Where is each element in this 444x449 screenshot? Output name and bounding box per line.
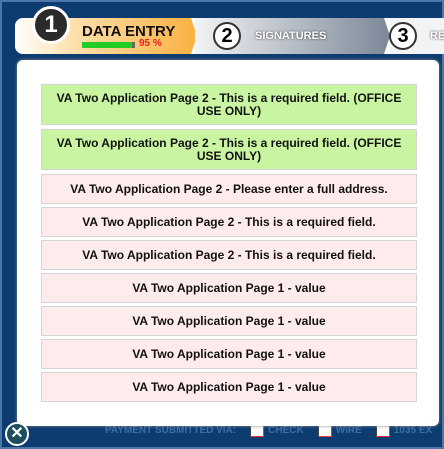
step-2-number: 2: [213, 22, 241, 50]
progress-fill: [82, 42, 133, 48]
progress-percent: 95 %: [139, 38, 162, 49]
validation-message[interactable]: VA Two Application Page 2 - This is a re…: [41, 240, 417, 270]
step-3-number: 3: [389, 22, 417, 50]
wire-label: WIRE: [335, 424, 362, 436]
validation-message[interactable]: VA Two Application Page 1 - value: [41, 372, 417, 402]
progress-bar: [82, 42, 135, 48]
validation-message[interactable]: VA Two Application Page 2 - This is a re…: [41, 207, 417, 237]
validation-message[interactable]: VA Two Application Page 2 - Please enter…: [41, 174, 417, 204]
validation-message[interactable]: VA Two Application Page 1 - value: [41, 339, 417, 369]
payment-label: PAYMENT SUBMITTED VIA:: [105, 424, 237, 436]
step-1-number: 1: [32, 6, 70, 44]
step-3-label: RE: [430, 30, 444, 42]
validation-modal: VA Two Application Page 2 - This is a re…: [17, 60, 439, 426]
1035-label: 1035 EX: [393, 424, 433, 436]
close-icon[interactable]: ✕: [5, 422, 29, 446]
validation-message[interactable]: VA Two Application Page 2 - This is a re…: [41, 84, 417, 125]
step-2-label: SIGNATURES: [255, 30, 327, 42]
validation-message[interactable]: VA Two Application Page 1 - value: [41, 273, 417, 303]
validation-message[interactable]: VA Two Application Page 1 - value: [41, 306, 417, 336]
validation-message[interactable]: VA Two Application Page 2 - This is a re…: [41, 129, 417, 170]
check-label: CHECK: [268, 424, 304, 436]
